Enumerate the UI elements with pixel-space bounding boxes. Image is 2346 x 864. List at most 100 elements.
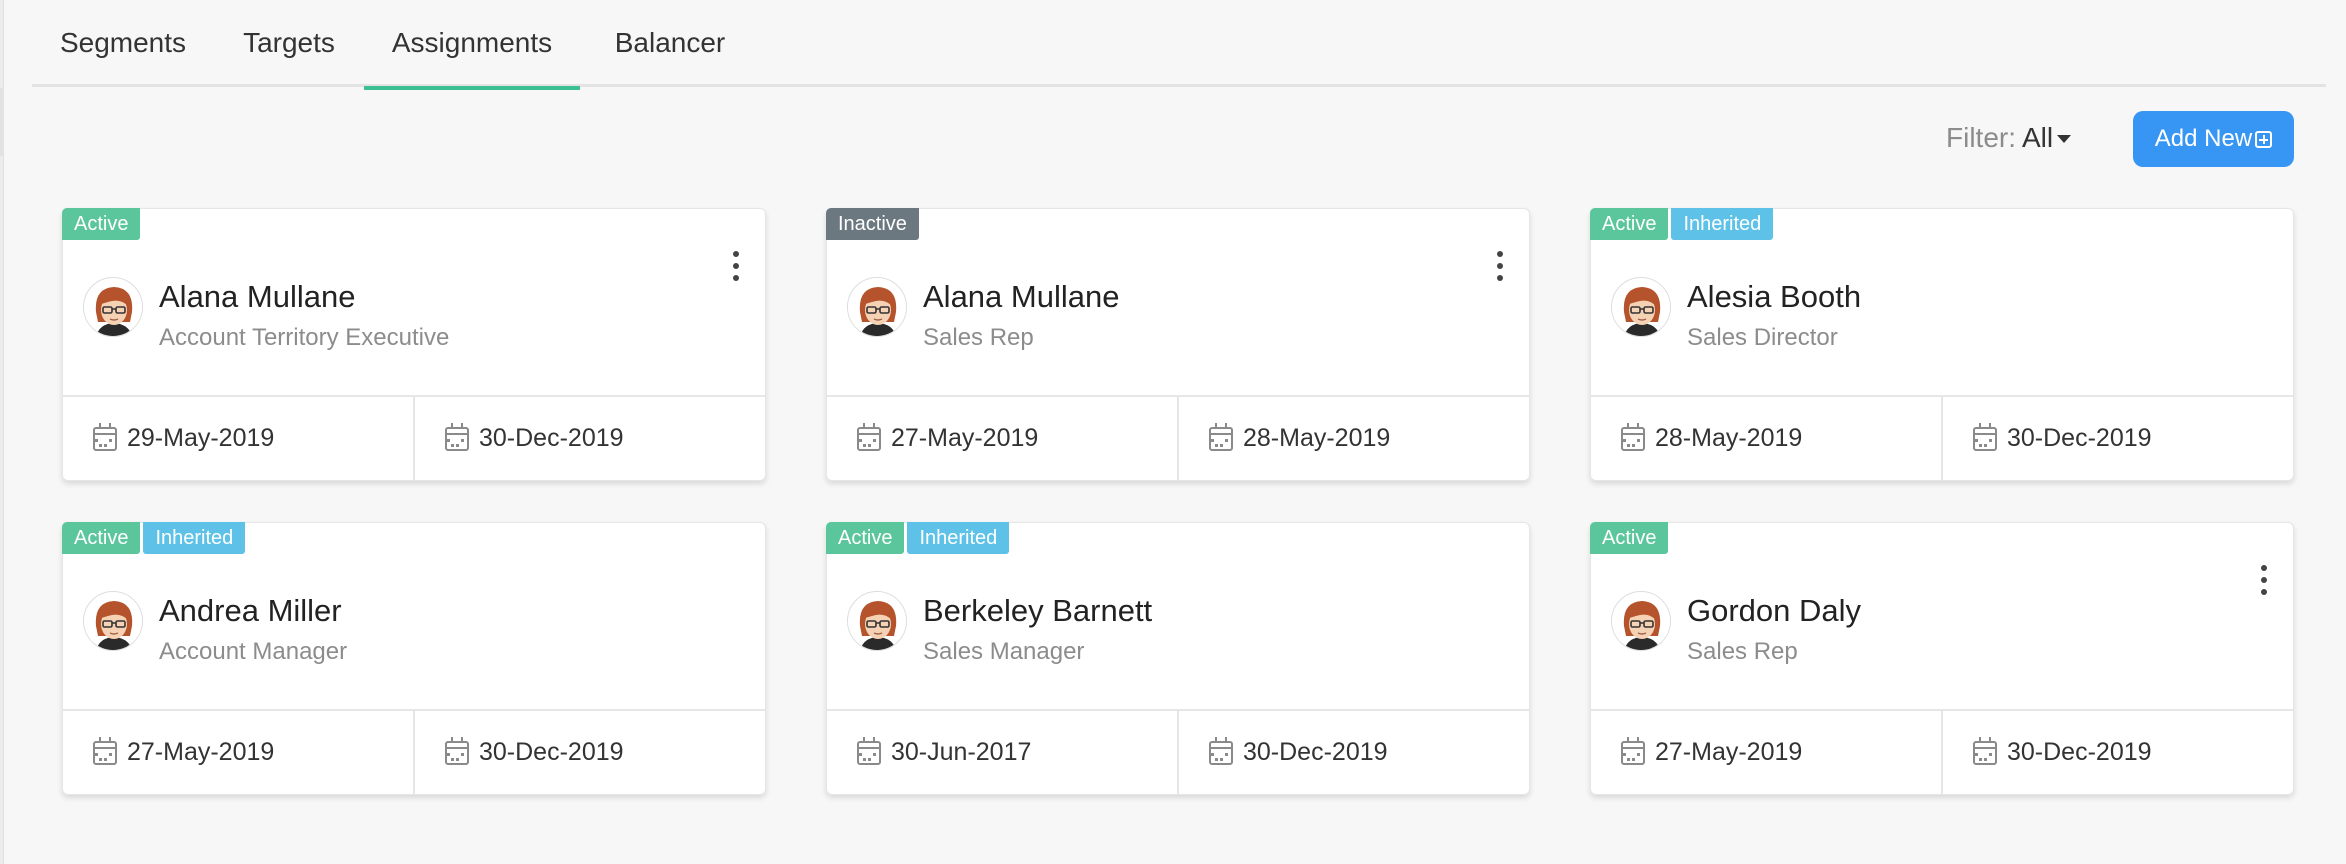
calendar-icon [1209, 736, 1233, 765]
tab-segments[interactable]: Segments [32, 0, 214, 87]
start-date-text: 27-May-2019 [127, 738, 275, 766]
start-date: 30-Jun-2017 [827, 711, 1177, 794]
start-date: 29-May-2019 [63, 397, 413, 480]
calendar-icon [857, 422, 881, 451]
calendar-icon [857, 736, 881, 765]
status-badge: Active [62, 208, 141, 240]
date-range: 28-May-2019 30-Dec-2019 [1591, 395, 2293, 480]
date-range: 30-Jun-2017 30-Dec-2019 [827, 709, 1529, 794]
status-badge: Inherited [907, 522, 1010, 554]
end-date-text: 28-May-2019 [1243, 424, 1391, 452]
status-badge: Active [1590, 522, 1669, 554]
date-range: 29-May-2019 30-Dec-2019 [63, 395, 765, 480]
calendar-icon [1209, 422, 1233, 451]
assignment-card[interactable]: Active Inherited Alesia Booth Sales Directo… [1590, 208, 2294, 481]
calendar-icon [1621, 736, 1645, 765]
end-date: 30-Dec-2019 [1941, 397, 2293, 480]
end-date-text: 30-Dec-2019 [479, 424, 624, 452]
assignment-card[interactable]: Active Alana Mullane Account Territory Exe… [62, 208, 766, 481]
avatar [847, 591, 907, 651]
tab-assignments[interactable]: Assignments [364, 0, 580, 90]
calendar-icon [93, 736, 117, 765]
avatar [1611, 277, 1671, 337]
assignee-role: Sales Director [1687, 324, 1838, 351]
assignee-name: Alesia Booth [1687, 279, 1862, 314]
more-vertical-icon[interactable] [731, 251, 741, 281]
more-vertical-icon[interactable] [1495, 251, 1505, 281]
tab-label: Segments [59, 26, 187, 58]
status-badges: Active [62, 208, 141, 240]
tab-bar: Segments Targets Assignments Balancer [32, 0, 2326, 90]
status-badges: Active [1590, 522, 1669, 554]
assignee-name: Gordon Daly [1687, 593, 1862, 628]
date-range: 27-May-2019 28-May-2019 [827, 395, 1529, 480]
assignee-role: Sales Rep [923, 324, 1034, 351]
end-date: 30-Dec-2019 [413, 397, 765, 480]
status-badge: Active [1590, 208, 1669, 240]
assignment-card[interactable]: Inactive Alana Mullane Sales Rep 27-May-201… [826, 208, 1530, 481]
status-badge: Inherited [1671, 208, 1774, 240]
end-date: 30-Dec-2019 [413, 711, 765, 794]
filter-label: Filter: [1946, 122, 2016, 153]
avatar [1611, 591, 1671, 651]
filter-dropdown[interactable]: Filter: All [1946, 118, 2072, 158]
assignee-name: Alana Mullane [159, 279, 356, 314]
start-date-text: 29-May-2019 [127, 424, 275, 452]
status-badges: Active Inherited [1590, 208, 1774, 240]
more-vertical-icon[interactable] [2259, 565, 2269, 595]
add-new-label: Add New [2154, 125, 2253, 152]
tab-label: Targets [243, 26, 335, 58]
assignee-role: Account Territory Executive [159, 324, 450, 351]
end-date-text: 30-Dec-2019 [1243, 738, 1388, 766]
end-date: 30-Dec-2019 [1177, 711, 1529, 794]
end-date-text: 30-Dec-2019 [2007, 738, 2152, 766]
calendar-icon [93, 422, 117, 451]
calendar-icon [445, 736, 469, 765]
status-badge: Inactive [826, 208, 919, 240]
status-badge: Active [826, 522, 905, 554]
status-badges: Active Inherited [62, 522, 246, 554]
end-date: 28-May-2019 [1177, 397, 1529, 480]
assignment-card[interactable]: Active Inherited Berkeley Barnett Sales Man… [826, 522, 1530, 795]
assignee-name: Berkeley Barnett [923, 593, 1153, 628]
left-edge [0, 0, 4, 864]
start-date-text: 27-May-2019 [1655, 738, 1803, 766]
start-date-text: 30-Jun-2017 [891, 738, 1032, 766]
start-date: 27-May-2019 [827, 397, 1177, 480]
end-date-text: 30-Dec-2019 [479, 738, 624, 766]
tab-targets[interactable]: Targets [214, 0, 364, 87]
status-badge: Inherited [143, 522, 246, 554]
date-range: 27-May-2019 30-Dec-2019 [1591, 709, 2293, 794]
add-new-button[interactable]: Add New [2133, 111, 2294, 167]
avatar [83, 277, 143, 337]
calendar-icon [1973, 422, 1997, 451]
assignee-name: Andrea Miller [159, 593, 342, 628]
assignee-role: Sales Rep [1687, 638, 1798, 665]
end-date-text: 30-Dec-2019 [2007, 424, 2152, 452]
status-badge: Active [62, 522, 141, 554]
avatar [83, 591, 143, 651]
status-badges: Active Inherited [826, 522, 1010, 554]
tab-label: Balancer [614, 26, 726, 58]
assignment-card[interactable]: Active Inherited Andrea Miller Account Mana… [62, 522, 766, 795]
assignment-card[interactable]: Active Gordon Daly Sales Rep 27-May-2019 30-… [1590, 522, 2294, 795]
caret-down-icon [2057, 135, 2072, 143]
plus-square-icon [2255, 130, 2273, 148]
start-date-text: 27-May-2019 [891, 424, 1039, 452]
start-date: 27-May-2019 [1591, 711, 1941, 794]
assignee-name: Alana Mullane [923, 279, 1120, 314]
filter-value: All [2022, 122, 2054, 153]
calendar-icon [1621, 422, 1645, 451]
start-date-text: 28-May-2019 [1655, 424, 1803, 452]
start-date: 28-May-2019 [1591, 397, 1941, 480]
end-date: 30-Dec-2019 [1941, 711, 2293, 794]
date-range: 27-May-2019 30-Dec-2019 [63, 709, 765, 794]
assignee-role: Sales Manager [923, 638, 1085, 665]
status-badges: Inactive [826, 208, 919, 240]
assignee-role: Account Manager [159, 638, 348, 665]
start-date: 27-May-2019 [63, 711, 413, 794]
left-edge-notch [0, 88, 4, 156]
tab-balancer[interactable]: Balancer [580, 0, 760, 87]
tab-label: Assignments [391, 26, 553, 58]
avatar [847, 277, 907, 337]
